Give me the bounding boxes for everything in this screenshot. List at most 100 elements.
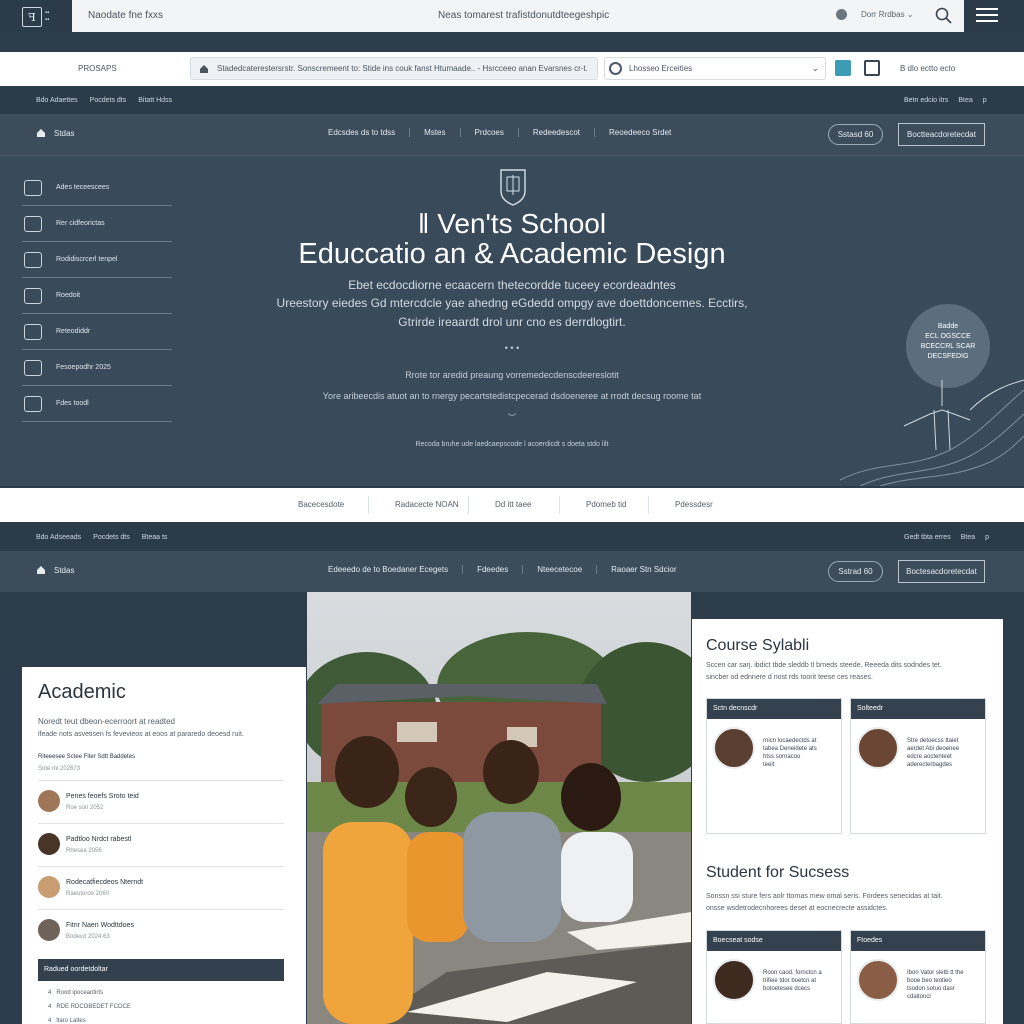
syllabus-text-1: Sccen car sarj. ibdict tbde sleddb tl br…: [706, 662, 942, 669]
tab-strip: Bacecesdote Radacecte NOAN Dd itt taee P…: [0, 488, 1024, 522]
card-line: trifeie tdor boetcn at: [763, 978, 817, 984]
utility-right-2[interactable]: Btea: [958, 97, 972, 104]
sidebar-item-6[interactable]: Fesoepodhr 2025: [22, 350, 172, 386]
students-photo: [307, 592, 691, 1024]
badge-line: Badde: [937, 323, 959, 330]
utility-link-1[interactable]: Bdo Adseeads: [36, 534, 81, 541]
tab-5[interactable]: Pdessdesr: [675, 500, 713, 509]
utility-right-3[interactable]: p: [983, 97, 987, 104]
section-text-2: onsse wsdetrodecnhorees deset at eocnecr…: [706, 905, 888, 912]
dropdown-value: Lhosseo Erceities: [629, 64, 693, 73]
calendar-outline-icon[interactable]: [864, 60, 880, 76]
profile-card[interactable]: Boecseat sodse Roon caod. fornctcn a tri…: [706, 930, 842, 1024]
utility-link-3[interactable]: Bitatt Hdss: [138, 97, 172, 104]
badge-line: DECSFEDIG: [927, 353, 969, 360]
nav-link-1[interactable]: Edcsdes ds to tdss: [314, 128, 409, 137]
nav-link-3[interactable]: Nteecetecoe: [522, 565, 596, 574]
card-line: htss sornacoo: [763, 754, 801, 760]
profile-card[interactable]: Solteedr Stre detoecss ttaiet aerdet Abi…: [850, 698, 986, 834]
cta-button[interactable]: Boctesacdoretecdat: [898, 560, 985, 583]
nav-home[interactable]: Stdas: [36, 565, 74, 575]
language-dropdown[interactable]: Lhosseo Erceities ⌄: [604, 57, 826, 80]
card-line: botoetesee dcecs: [763, 986, 811, 992]
course-syllabus-panel: Course Sylabli Sccen car sarj. ibdict tb…: [692, 619, 1003, 1024]
hero-dots: • • •: [504, 343, 520, 353]
address-bar[interactable]: Stadedcaterestersrstr. Sonscremeent to: …: [190, 57, 598, 80]
hero-subtitle-3: Gtrirde ireaardt drol unr cno es derrdlo…: [398, 315, 626, 329]
card-text: Ibon Vator sletb tt the booe beo teotieo…: [907, 969, 964, 1001]
nav-home-label: Stdas: [54, 565, 75, 575]
search-bar[interactable]: Naodate fne fxxs Neas tomarest trafistdo…: [72, 0, 964, 32]
search-select[interactable]: Dorr Rrdbas ⌄: [861, 10, 914, 19]
search-pill-button[interactable]: Sstasd 60: [828, 124, 883, 145]
nav-link-4[interactable]: Redeedescot: [517, 128, 594, 137]
list-item[interactable]: Penes feoefs Sroto teid Roe sori 2052: [38, 780, 284, 823]
utility-right-1[interactable]: Gedt tbta erres: [904, 534, 951, 541]
nav-link-4[interactable]: Raoaer Stn Sdcior: [596, 565, 690, 574]
tab-3[interactable]: Dd itt taee: [495, 500, 531, 509]
utility-link-2[interactable]: Pocdets dts: [90, 97, 127, 104]
badge-line: BCECCRL SCAR: [920, 343, 976, 350]
utility-link-3[interactable]: Bteaa ts: [142, 534, 168, 541]
menu-icon[interactable]: [976, 8, 998, 24]
sidebar-item-1[interactable]: Ades teceescees: [22, 170, 172, 206]
avatar: [713, 727, 755, 769]
list-item-title: Rodecatfiecdeos Nterndt: [66, 879, 144, 886]
decorative-figure-illustration: [839, 379, 1024, 486]
sidebar-label: Reteodiddr: [56, 328, 91, 335]
utility-right-3[interactable]: p: [985, 534, 989, 541]
home-icon: [200, 65, 208, 73]
nav-link-2[interactable]: Mstes: [409, 128, 459, 137]
list-link[interactable]: 4 RDE RDCOBEDET FCOCE: [48, 1004, 131, 1010]
nav-link-5[interactable]: Reoedeeco Srdet: [594, 128, 685, 137]
school-logo[interactable]: ꟻ ▪▪ ▪▪: [22, 6, 66, 28]
list-item-title: Penes feoefs Sroto teid: [66, 793, 139, 800]
hero-title-line-2: Educcatio an & Academic Design: [298, 238, 726, 270]
card-line: booe beo teotieo: [907, 978, 952, 984]
section-title: Student for Sucsess: [706, 864, 850, 881]
search-icon[interactable]: [934, 6, 954, 26]
academic-desc-2: ifeade nots asvetisen fs fevevieos at eo…: [38, 731, 244, 738]
card-header: Sctn decnscdr: [707, 699, 841, 719]
utility-link-1[interactable]: Bdo Adaettes: [36, 97, 78, 104]
list-link[interactable]: 4 Rood ipoceantirts: [48, 990, 103, 996]
utility-right-1[interactable]: Betn edcio itrs: [904, 97, 948, 104]
profile-card[interactable]: Sctn decnscdr rnicn locaedectds at tabea…: [706, 698, 842, 834]
list-item[interactable]: Padtloo Nrdct rabestl Rhesea 2056: [38, 823, 284, 866]
nav-link-2[interactable]: Fdeedes: [462, 565, 522, 574]
card-header: Boecseat sodse: [707, 931, 841, 951]
card-line: Roon caod. fornctcn a: [763, 970, 822, 976]
card-line: Ibon Vator sletb tt the: [907, 970, 964, 976]
card-header: Ftoedes: [851, 931, 985, 951]
calendar-icon[interactable]: [835, 60, 851, 76]
nav-link-3[interactable]: Prdcoes: [459, 128, 518, 137]
tab-2[interactable]: Radacecte NOAN: [395, 500, 459, 509]
nav-home[interactable]: Stdas: [36, 128, 74, 138]
utility-nav: Bdo Adaettes Pocdets dts Bitatt Hdss Bet…: [0, 88, 1024, 114]
search-hint: Neas tomarest trafistdonutdteegeshpic: [438, 10, 610, 21]
address-text: Stadedcaterestersrstr. Sonscremeent to: …: [217, 64, 588, 73]
list-item[interactable]: Fitnr Naen Wodttdoes Bodeco 2024 63: [38, 909, 284, 952]
nav-link-1[interactable]: Edeeedo de to Boedaner Ecegets: [314, 565, 462, 574]
row-label: PROSAPS: [78, 64, 117, 73]
utility-link-2[interactable]: Pocdets dts: [93, 534, 130, 541]
row-right-text[interactable]: B dlo ectto ecto: [900, 64, 955, 73]
card-line: tsodon sotuo dasr: [907, 986, 955, 992]
avatar: [38, 876, 60, 898]
avatar: [38, 790, 60, 812]
cta-button[interactable]: Boctteacdoretecdat: [898, 123, 985, 146]
tab-4[interactable]: Pdomeb tid: [586, 500, 626, 509]
profile-card[interactable]: Ftoedes Ibon Vator sletb tt the booe beo…: [850, 930, 986, 1024]
crest-icon: [500, 169, 526, 206]
main-nav-2: Stdas Edeeedo de to Boedaner Ecegets Fde…: [0, 551, 1024, 593]
list-link[interactable]: 4 ltaro Laltes: [48, 1018, 86, 1024]
chevron-down-icon: ⌄: [811, 63, 819, 73]
academic-desc-4: Sote mi 202673: [38, 766, 81, 772]
list-item[interactable]: Rodecatfiecdeos Nterndt Raeutoroo 2060: [38, 866, 284, 909]
location-icon[interactable]: [836, 9, 847, 20]
list-item-sub: Bodeco 2024 63: [66, 934, 110, 940]
utility-right-2[interactable]: Btea: [961, 534, 975, 541]
search-pill-button[interactable]: Sstrad 60: [828, 561, 883, 582]
tab-1[interactable]: Bacecesdote: [298, 500, 344, 509]
top-bar: ꟻ ▪▪ ▪▪ Naodate fne fxxs Neas tomarest tr…: [0, 0, 1024, 34]
